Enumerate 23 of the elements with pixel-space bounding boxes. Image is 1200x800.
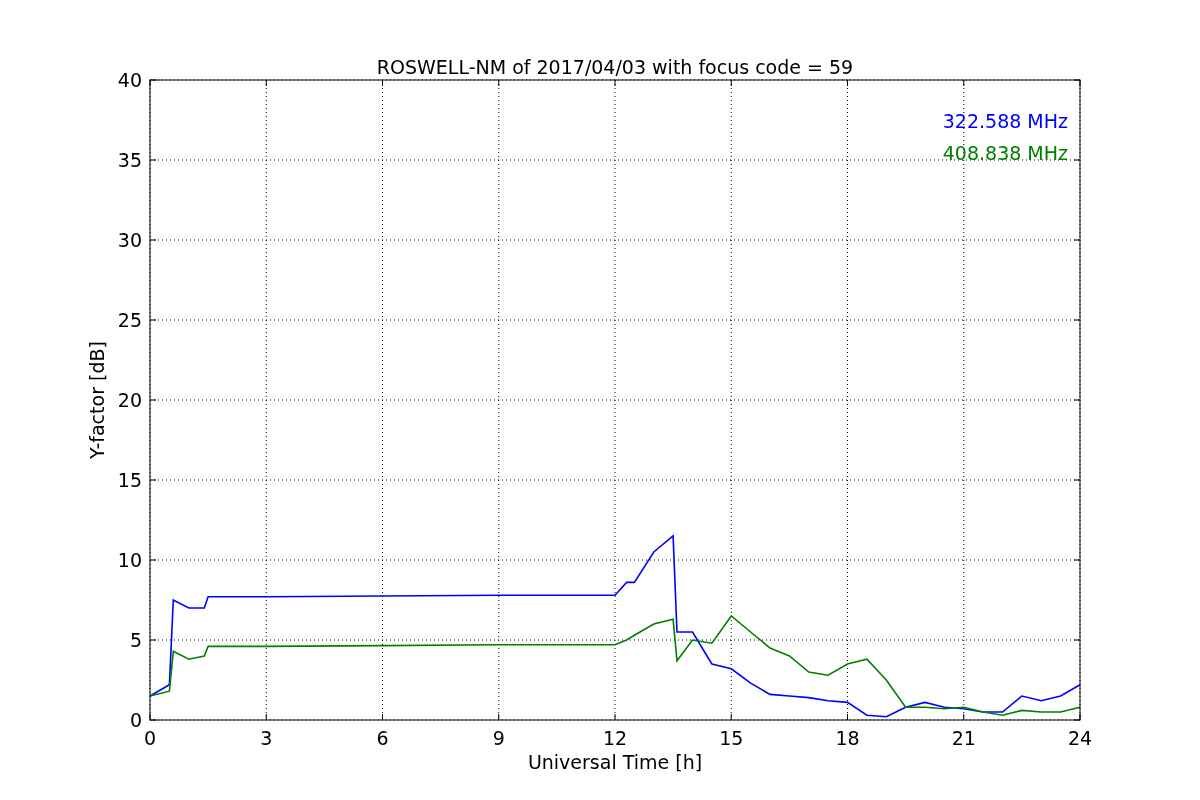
y-tick-label: 35 bbox=[117, 149, 142, 171]
x-tick-label: 0 bbox=[143, 727, 157, 749]
chart-title: ROSWELL-NM of 2017/04/03 with focus code = 59 bbox=[376, 56, 854, 78]
y-tick-label: 5 bbox=[129, 629, 142, 651]
x-tick-label: 24 bbox=[1067, 727, 1093, 749]
y-tick-label: 15 bbox=[117, 469, 142, 491]
x-tick-label: 12 bbox=[602, 727, 628, 749]
x-tick-label: 3 bbox=[260, 727, 273, 749]
x-tick-label: 6 bbox=[376, 727, 389, 749]
x-tick-label: 9 bbox=[492, 727, 505, 749]
y-tick-label: 25 bbox=[117, 309, 142, 331]
x-axis-label: Universal Time [h] bbox=[527, 751, 703, 773]
x-tick-label: 18 bbox=[835, 727, 860, 749]
y-tick-label: 20 bbox=[117, 389, 142, 411]
y-tick-label: 40 bbox=[117, 69, 142, 91]
y-axis-label: Y-factor [dB] bbox=[86, 341, 108, 459]
legend-label: 322.588 MHz bbox=[942, 110, 1068, 132]
legend-label: 408.838 MHz bbox=[942, 142, 1068, 164]
y-tick-label: 10 bbox=[117, 549, 142, 571]
y-tick-label: 30 bbox=[117, 229, 142, 251]
x-tick-label: 15 bbox=[719, 727, 744, 749]
y-tick-label: 0 bbox=[129, 709, 142, 731]
x-tick-label: 21 bbox=[951, 727, 976, 749]
